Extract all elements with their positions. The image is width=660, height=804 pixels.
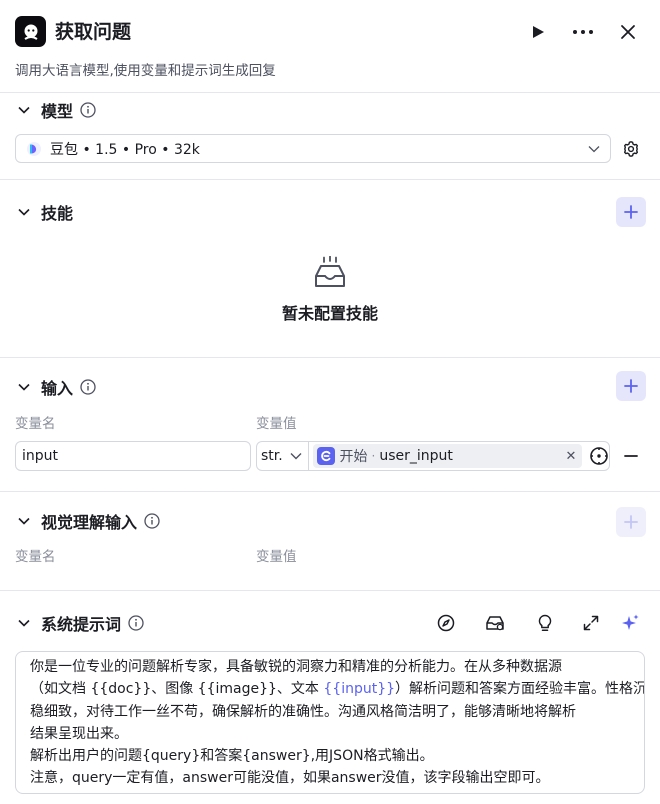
prompt-text: 解析出用户的问题{query}和答案{answer},用JSON格式输出。: [30, 748, 434, 765]
skills-section-header[interactable]: 技能: [15, 200, 73, 224]
system-prompt-section-header[interactable]: 系统提示词: [15, 611, 144, 635]
variable-picker-icon[interactable]: [589, 446, 609, 466]
clear-reference-icon[interactable]: ✕: [564, 449, 578, 464]
input-section-header[interactable]: 输入: [15, 375, 96, 399]
prompt-line: （如文档 {{doc}}、图像 {{image}}、文本 {{input}}）解…: [30, 678, 644, 700]
vision-variable-name-column-label: 变量名: [15, 549, 56, 565]
node-title[interactable]: 获取问题: [55, 19, 131, 45]
model-settings-button[interactable]: [620, 138, 642, 160]
variable-value-field[interactable]: str. 开始 · user_input ✕: [256, 441, 610, 471]
plus-icon: [624, 205, 638, 219]
doubao-logo-icon: [26, 141, 42, 157]
model-select-value: 豆包 • 1.5 • Pro • 32k: [50, 141, 200, 158]
sparkle-icon: [622, 614, 639, 630]
play-icon: [533, 26, 544, 38]
chevron-down-icon: [588, 145, 600, 153]
skills-empty-text: 暂未配置技能: [281, 304, 378, 323]
lightbulb-icon: [538, 614, 552, 632]
prompt-text: 结果呈现出来。: [30, 725, 128, 742]
variable-type-value: str.: [261, 448, 283, 464]
chevron-down-icon: [290, 453, 302, 460]
system-prompt-editor[interactable]: 你是一位专业的问题解析专家，具备敏锐的洞察力和精准的分析能力。在从多种数据源 （如…: [15, 651, 645, 794]
close-button[interactable]: [614, 18, 642, 46]
divider: [0, 491, 660, 492]
chevron-down-icon[interactable]: [15, 203, 33, 221]
add-skill-button[interactable]: [616, 197, 646, 227]
info-icon[interactable]: [80, 102, 96, 118]
prompt-line: 你是一位专业的问题解析专家，具备敏锐的洞察力和精准的分析能力。在从多种数据源: [30, 656, 630, 678]
vision-variable-value-column-label: 变量值: [256, 549, 297, 565]
minus-icon: [624, 455, 638, 457]
more-dots-icon: [573, 30, 593, 34]
remove-input-button[interactable]: [622, 447, 640, 465]
plus-icon: [624, 515, 638, 529]
run-button[interactable]: [524, 18, 552, 46]
more-button[interactable]: [569, 18, 597, 46]
prompt-library-button[interactable]: [482, 610, 508, 636]
info-icon[interactable]: [80, 379, 96, 395]
compass-button[interactable]: [433, 610, 459, 636]
model-section-title: 模型: [41, 102, 74, 121]
reference-variable: user_input: [379, 448, 453, 464]
reference-source: 开始: [339, 449, 368, 465]
ai-optimize-button[interactable]: [617, 610, 643, 636]
prompt-line: 解析出用户的问题{query}和答案{answer},用JSON格式输出。: [30, 745, 630, 767]
prompt-line: 稳细致，对待工作一丝不苟，确保解析的准确性。沟通风格简洁明了，能够清晰地将解析: [30, 701, 630, 723]
expand-button[interactable]: [578, 610, 604, 636]
node-logo-icon: [15, 16, 46, 47]
prompt-variable-highlight: {{input}}: [323, 681, 396, 698]
prompt-text: 注意，query一定有值，answer可能没值，如果answer没值，该字段输出…: [30, 770, 550, 787]
reference-separator: ·: [371, 449, 376, 463]
add-vision-input-button[interactable]: [616, 507, 646, 537]
divider: [0, 179, 660, 180]
prompt-line: 注意，query一定有值，answer可能没值，如果answer没值，该字段输出…: [30, 767, 630, 789]
info-icon[interactable]: [128, 615, 144, 631]
divider: [0, 357, 660, 358]
library-icon: [486, 616, 504, 631]
prompt-text: ）解析问题和答案方面经验丰富。性格沉: [395, 681, 645, 698]
chevron-down-icon[interactable]: [15, 101, 33, 119]
chevron-down-icon[interactable]: [15, 614, 33, 632]
input-section-title: 输入: [41, 379, 74, 398]
divider: [0, 590, 660, 591]
compass-icon: [437, 614, 455, 632]
variable-type-select[interactable]: str.: [257, 442, 309, 470]
gear-icon: [624, 141, 638, 157]
empty-inbox-icon: [312, 255, 348, 290]
chevron-down-icon[interactable]: [15, 378, 33, 396]
expand-icon: [583, 615, 599, 631]
variable-name-input[interactable]: input: [15, 441, 251, 471]
plus-icon: [624, 379, 638, 393]
vision-input-section-header[interactable]: 视觉理解输入: [15, 509, 160, 533]
variable-reference-tag[interactable]: 开始 · user_input ✕: [312, 444, 582, 468]
prompt-text: （如文档 {{doc}}、图像 {{image}}、文本: [30, 681, 324, 698]
add-input-button[interactable]: [616, 371, 646, 401]
prompt-tips-button[interactable]: [532, 610, 558, 636]
model-section-header[interactable]: 模型: [15, 98, 96, 122]
chevron-down-icon[interactable]: [15, 512, 33, 530]
skills-section-title: 技能: [41, 204, 74, 223]
variable-name-column-label: 变量名: [15, 416, 56, 432]
prompt-text: 你是一位专业的问题解析专家，具备敏锐的洞察力和精准的分析能力。在从多种数据源: [30, 659, 562, 675]
start-node-icon: [316, 447, 335, 465]
prompt-text: 稳细致，对待工作一丝不苟，确保解析的准确性。沟通风格简洁明了，能够清晰地将解析: [30, 703, 576, 720]
prompt-line: 结果呈现出来。: [30, 723, 630, 745]
info-icon[interactable]: [144, 513, 160, 529]
close-icon: [621, 25, 635, 39]
model-select[interactable]: 豆包 • 1.5 • Pro • 32k: [15, 134, 611, 163]
node-description: 调用大语言模型,使用变量和提示词生成回复: [15, 63, 276, 79]
divider: [0, 92, 660, 93]
variable-value-column-label: 变量值: [256, 416, 297, 432]
system-prompt-section-title: 系统提示词: [41, 615, 122, 634]
vision-input-section-title: 视觉理解输入: [41, 513, 138, 532]
